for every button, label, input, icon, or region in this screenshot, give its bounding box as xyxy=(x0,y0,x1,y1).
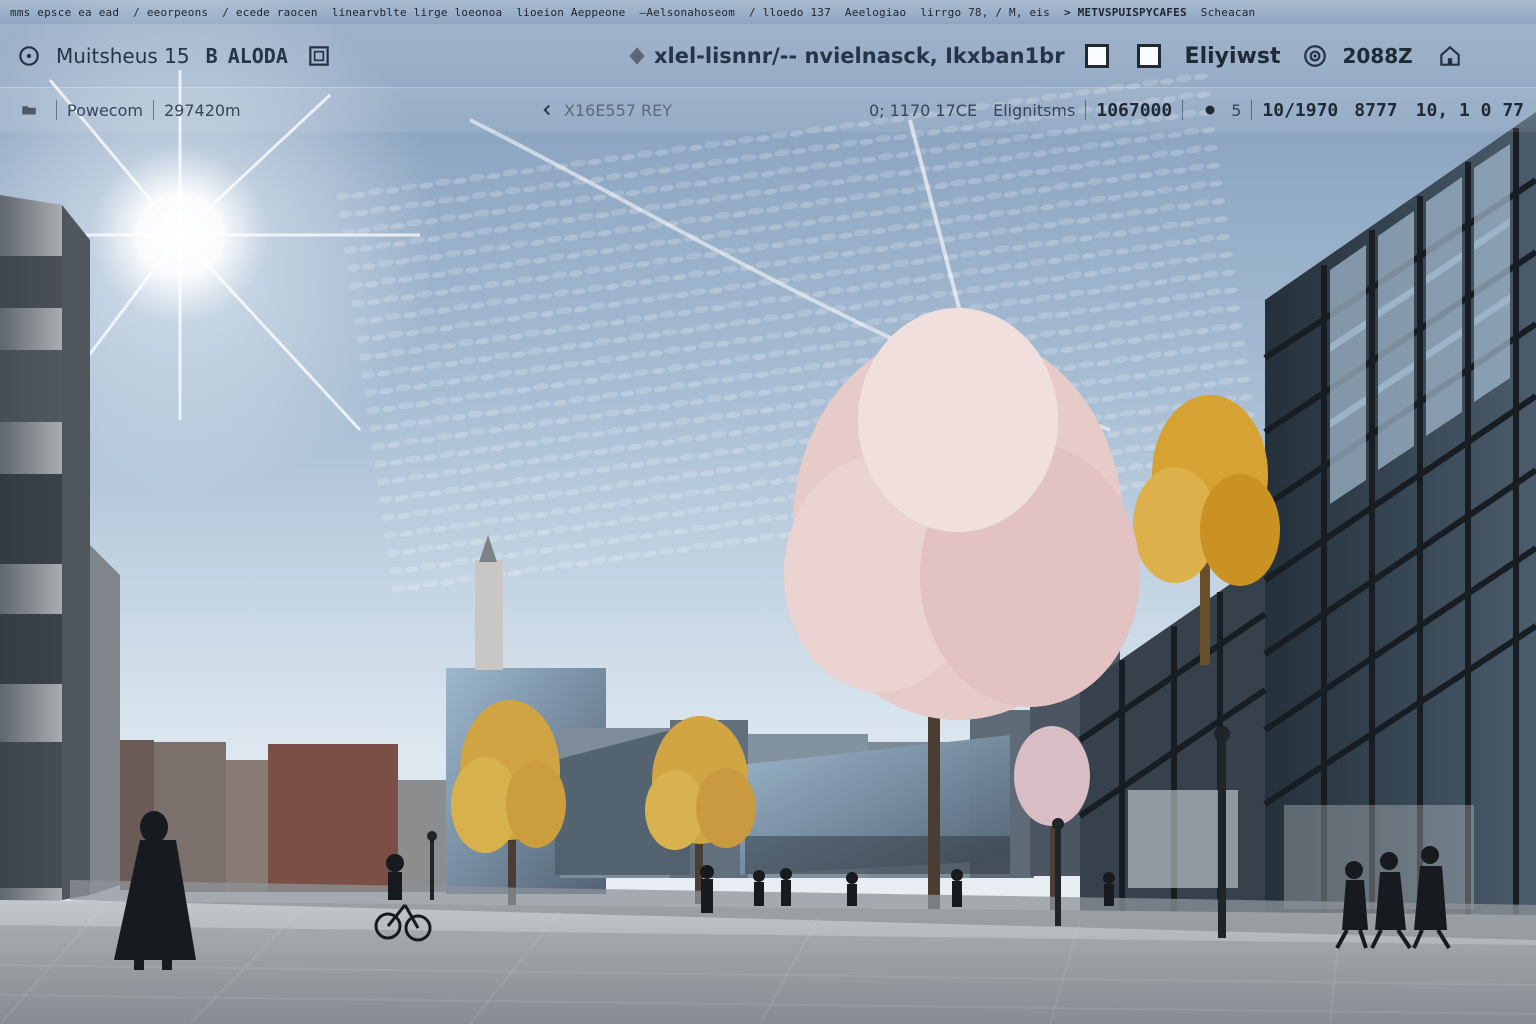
ticker-bar: mms epsce ea ead / eeorpeons / ecede rao… xyxy=(0,0,1536,24)
toolbar-action-text: Eliyiwst xyxy=(1184,43,1281,69)
ticker-segment: linearvblte lirge loeonoa xyxy=(331,5,503,19)
arrow-left-svg xyxy=(543,104,550,116)
folder-svg xyxy=(22,106,36,115)
status-number-1: 1067000 xyxy=(1096,99,1173,121)
square-frame-svg xyxy=(309,45,329,66)
status-mid-label-2: Elignitsms xyxy=(993,100,1076,120)
toolbar-left-text: ALODA xyxy=(227,43,288,68)
settings-ring-svg xyxy=(19,45,39,66)
status-bar: Powecom 297420m X16E557 REY 0; 1170 17CE… xyxy=(0,88,1536,132)
toolbar-square-buttons xyxy=(1084,44,1161,68)
ticker-segment: lioeion Aeppeone xyxy=(516,5,626,19)
ticker-segment: Aeelogiao xyxy=(844,5,907,19)
status-mid-label: 0; 1170 17CE xyxy=(868,100,978,120)
ticker-segment: Scheacan xyxy=(1200,5,1256,19)
status-left-label: Powecom xyxy=(67,100,143,120)
status-separator xyxy=(56,100,57,120)
dot-icon xyxy=(1193,93,1227,127)
status-center-code: X16E557 REY xyxy=(564,100,673,120)
folder-icon[interactable] xyxy=(12,93,46,127)
ticker-segment: / eeorpeons xyxy=(133,5,209,19)
status-number-3: 8777 xyxy=(1354,99,1398,121)
status-left-value: 297420m xyxy=(163,100,241,120)
dot-svg xyxy=(1205,105,1215,115)
city-scene xyxy=(0,0,1536,1024)
app-label: Muitsheus 15 xyxy=(56,43,190,68)
ticker-segment: lirrgo 78, / M, eis xyxy=(920,5,1050,19)
top-toolbar: Muitsheus 15 B ALODA xlel-lisnnr/-- nvie… xyxy=(0,24,1536,88)
ticker-segment: > METVSPUISPYCAFES xyxy=(1063,5,1187,19)
scene-svg xyxy=(0,0,1536,1024)
status-left-group: Powecom 297420m xyxy=(12,93,241,127)
status-number-4: 10, 1 0 77 xyxy=(1415,99,1524,121)
status-separator xyxy=(1182,100,1184,120)
arrow-left-icon[interactable] xyxy=(530,93,564,127)
ticker-segment: —Aelsonahoseom xyxy=(639,5,736,19)
toolbar-left-badge: B xyxy=(205,43,218,68)
status-right-group: 0; 1170 17CE Elignitsms 1067000 5 10/197… xyxy=(869,93,1524,127)
status-number-small: 5 xyxy=(1231,100,1242,120)
toolbar-left-group: Muitsheus 15 B ALODA xyxy=(12,39,336,73)
square-button-2[interactable] xyxy=(1136,44,1161,68)
status-separator xyxy=(1085,100,1087,120)
target-svg xyxy=(1304,45,1327,67)
diamond-icon[interactable] xyxy=(620,39,654,73)
toolbar-action-number: 2088Z xyxy=(1342,44,1413,68)
status-separator xyxy=(152,100,154,120)
toolbar-center-text: xlel-lisnnr/-- nvielnasck, Ikxban1br xyxy=(654,44,1065,68)
diamond-svg xyxy=(629,47,645,65)
status-separator xyxy=(1251,100,1253,120)
ticker-segment: mms epsce ea ead xyxy=(10,5,120,19)
target-icon[interactable] xyxy=(1298,39,1332,73)
square-frame-icon[interactable] xyxy=(302,39,336,73)
ticker-segment: / ecede raocen xyxy=(222,5,318,19)
status-number-2: 10/1970 xyxy=(1262,99,1339,121)
toolbar-center-group: xlel-lisnnr/-- nvielnasck, Ikxban1br Eli… xyxy=(620,24,1467,88)
ticker-segment: / lloedo 137 xyxy=(749,5,831,19)
square-button-1[interactable] xyxy=(1084,44,1109,68)
status-mini-badge: 5 xyxy=(1193,93,1241,127)
settings-ring-icon[interactable] xyxy=(12,39,46,73)
home-icon[interactable] xyxy=(1433,39,1467,73)
status-center-group: X16E557 REY xyxy=(530,88,672,132)
home-svg xyxy=(1439,45,1460,66)
